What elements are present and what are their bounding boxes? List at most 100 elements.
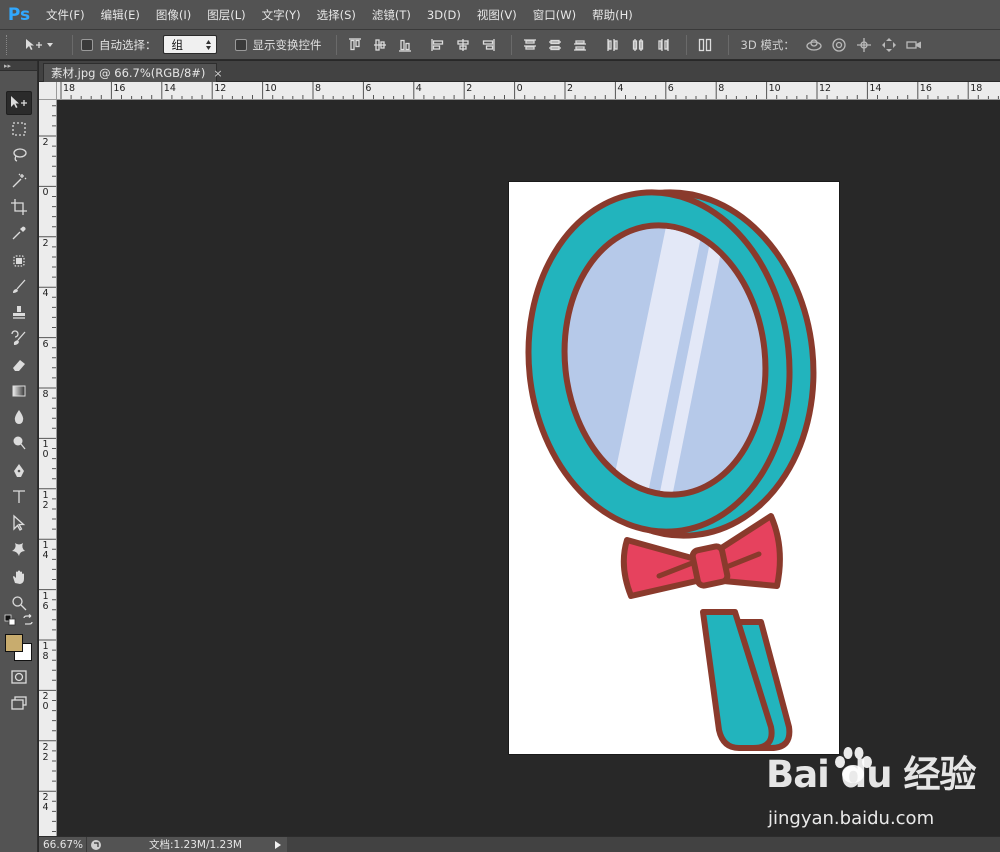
distribute-bottom-button[interactable] <box>570 35 590 55</box>
align-hcenter-button[interactable] <box>453 35 473 55</box>
tool-move[interactable] <box>6 91 32 115</box>
foreground-color-swatch[interactable] <box>5 634 23 652</box>
auto-align-button[interactable] <box>695 35 715 55</box>
quick-mask-button[interactable] <box>6 665 32 689</box>
menu-window[interactable]: 窗口(W) <box>525 0 584 30</box>
ruler-origin[interactable] <box>39 82 57 100</box>
document-canvas[interactable] <box>509 182 839 754</box>
align-bottom-icon <box>398 39 411 52</box>
3d-roll-button[interactable] <box>828 34 850 56</box>
tool-magic-wand[interactable] <box>6 169 32 193</box>
tool-path-selection[interactable] <box>6 511 32 535</box>
close-icon[interactable]: × <box>213 67 222 80</box>
vertical-ruler[interactable]: 2024681012141618202224 <box>39 100 57 836</box>
ruler-tick-label: 10 <box>768 83 781 94</box>
menu-help[interactable]: 帮助(H) <box>584 0 641 30</box>
tool-crop[interactable] <box>6 195 32 219</box>
distribute-bottom-icon <box>573 39 586 51</box>
tools-panel: ▸▸ <box>0 61 38 852</box>
default-colors-button[interactable] <box>3 613 17 627</box>
tool-lasso[interactable] <box>6 143 32 167</box>
menu-edit[interactable]: 编辑(E) <box>93 0 148 30</box>
3d-scale-button[interactable] <box>903 34 925 56</box>
align-right-button[interactable] <box>478 35 498 55</box>
screen-mode-button[interactable] <box>6 691 32 715</box>
tool-blur[interactable] <box>6 405 32 429</box>
ruler-tick-label: 0 <box>516 83 523 94</box>
3d-orbit-button[interactable] <box>803 34 825 56</box>
horizontal-ruler[interactable]: 18 16 14 12 10 8 6 4 2 0 2 4 6 8 10 12 14 16 18 <box>57 82 1000 100</box>
dodge-icon <box>13 436 26 450</box>
menu-select[interactable]: 选择(S) <box>309 0 364 30</box>
tools-panel-grip[interactable]: ▸▸ <box>0 61 37 71</box>
zoom-icon <box>12 596 27 611</box>
auto-select-dropdown[interactable]: 组 <box>162 35 217 54</box>
show-transform-checkbox[interactable] <box>234 38 247 51</box>
canvas-workspace[interactable] <box>57 100 1000 836</box>
ruler-tick-label: 14 <box>42 540 49 562</box>
tool-brush[interactable] <box>6 275 32 299</box>
tool-eraser[interactable] <box>6 353 32 377</box>
ruler-tick-label: 8 <box>718 83 725 94</box>
tool-dodge[interactable] <box>6 431 32 455</box>
align-bottom-button[interactable] <box>395 35 415 55</box>
horizontal-scrollbar[interactable] <box>287 836 1000 852</box>
stepper-arrows-icon <box>205 39 211 50</box>
separator <box>685 34 687 55</box>
tool-pen[interactable] <box>6 459 32 483</box>
distribute-horizontal-center-icon <box>632 38 643 51</box>
tool-clone-stamp[interactable] <box>6 301 32 325</box>
tool-custom-shape[interactable] <box>6 537 32 561</box>
healing-brush-icon <box>13 255 25 267</box>
menu-view[interactable]: 视图(V) <box>469 0 525 30</box>
menu-type[interactable]: 文字(Y) <box>254 0 309 30</box>
swap-colors-button[interactable] <box>21 613 35 627</box>
tool-history-brush[interactable] <box>6 327 32 351</box>
chevron-down-icon <box>47 42 53 47</box>
distribute-hcenter-button[interactable] <box>628 35 648 55</box>
document-tab[interactable]: 素材.jpg @ 66.7%(RGB/8#) × <box>43 63 223 82</box>
menu-layer[interactable]: 图层(L) <box>199 0 253 30</box>
share-button[interactable] <box>87 837 105 852</box>
options-grip[interactable] <box>6 34 12 55</box>
3d-slide-button[interactable] <box>878 34 900 56</box>
history-brush-icon <box>11 330 26 345</box>
ruler-tick-label: 12 <box>819 83 832 94</box>
3d-pan-button[interactable] <box>853 34 875 56</box>
distribute-left-button[interactable] <box>603 35 623 55</box>
tool-preset-picker[interactable] <box>24 37 54 53</box>
menu-filter[interactable]: 滤镜(T) <box>364 0 419 30</box>
menu-image[interactable]: 图像(I) <box>148 0 199 30</box>
ruler-tick-label: 16 <box>919 83 932 94</box>
tool-eyedropper[interactable] <box>6 221 32 245</box>
tool-zoom[interactable] <box>6 591 32 615</box>
align-vcenter-button[interactable] <box>370 35 390 55</box>
crop-icon <box>11 199 27 215</box>
app-logo: Ps <box>7 4 31 25</box>
tool-hand[interactable] <box>6 565 32 589</box>
tool-healing-brush[interactable] <box>6 249 32 273</box>
tool-gradient[interactable] <box>6 379 32 403</box>
eraser-icon <box>13 360 25 371</box>
eyedropper-icon <box>12 226 26 240</box>
status-menu-button[interactable] <box>271 840 285 850</box>
align-left-button[interactable] <box>428 35 448 55</box>
menu-3d[interactable]: 3D(D) <box>419 0 469 30</box>
ruler-tick-label: 14 <box>163 83 176 94</box>
tool-marquee[interactable] <box>6 117 32 141</box>
ruler-tick-label: 6 <box>42 338 49 350</box>
baidu-watermark: Bai du 经验 jingyan.baidu.com <box>766 744 996 834</box>
ruler-tick-label: 4 <box>617 83 624 94</box>
ruler-tick-label: 8 <box>315 83 322 94</box>
distribute-right-button[interactable] <box>653 35 673 55</box>
zoom-level-field[interactable]: 66.67% <box>39 836 87 852</box>
move-tool-icon <box>11 96 27 108</box>
distribute-top-button[interactable] <box>520 35 540 55</box>
auto-select-checkbox[interactable] <box>81 38 93 51</box>
3d-roll-icon <box>832 37 846 52</box>
align-top-button[interactable] <box>345 35 365 55</box>
ruler-tick-label: 22 <box>42 741 49 763</box>
tool-type[interactable] <box>6 485 32 509</box>
menu-file[interactable]: 文件(F) <box>38 0 93 30</box>
distribute-vcenter-button[interactable] <box>545 35 565 55</box>
